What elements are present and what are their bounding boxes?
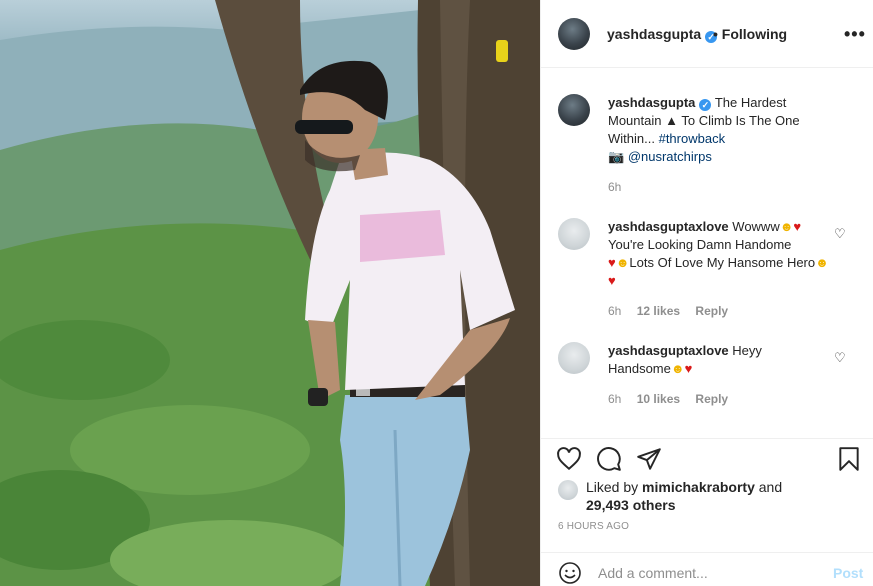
comment-text-2: You're Looking Damn Handome <box>608 237 792 252</box>
comment-text: Heyy <box>732 343 762 358</box>
hashtag-link[interactable]: #throwback <box>659 131 725 146</box>
comment-username[interactable]: yashdasguptaxlove <box>608 343 729 358</box>
mention-link[interactable]: @nusratchirps <box>628 149 712 164</box>
action-bar <box>541 438 873 478</box>
comment-input[interactable]: Add a comment... <box>598 565 708 581</box>
liker-username[interactable]: mimichakraborty <box>642 479 755 495</box>
comment-text-3: Lots Of Love My Hansome <box>629 255 784 270</box>
heart-emoji: ♥ <box>793 219 802 234</box>
comment-likes[interactable]: 12 likes <box>637 304 680 318</box>
heart-emoji: ♥ <box>684 361 693 376</box>
comment-text: Wowww <box>732 219 780 234</box>
smiley-icon[interactable] <box>558 561 582 585</box>
comment-time[interactable]: 6h <box>608 304 621 318</box>
verified-badge-icon: ✓ <box>699 99 712 111</box>
post-side-panel: yashdasgupta ✓ • Following ••• yashdasgup… <box>540 0 873 586</box>
likes-summary: Liked by mimichakraborty and 29,493 othe… <box>558 478 858 518</box>
camera-emoji: 📷 <box>608 149 625 164</box>
comment-item: yashdasguptaxlove Wowww☻♥ You're Looking… <box>558 218 858 328</box>
smiling-emoji: ☻ <box>670 361 685 376</box>
comment-body: yashdasguptaxlove Heyy Handsome☻♥ <box>608 342 830 378</box>
comment-bubble-icon[interactable] <box>596 446 622 472</box>
following-button[interactable]: • Following <box>713 26 787 42</box>
comment-text-2: Handsome <box>608 361 671 376</box>
likes-text: Liked by mimichakraborty and 29,493 othe… <box>586 478 846 514</box>
author-username-text[interactable]: yashdasgupta <box>607 26 701 42</box>
comment-body: yashdasguptaxlove Wowww☻♥ You're Looking… <box>608 218 830 290</box>
post-photo[interactable] <box>0 0 540 586</box>
post-header: yashdasgupta ✓ • Following ••• <box>541 0 873 68</box>
commenter-avatar[interactable] <box>558 342 590 374</box>
caption-username[interactable]: yashdasgupta <box>608 95 695 110</box>
comment-like-heart-icon[interactable]: ♡ <box>834 226 846 242</box>
bookmark-icon[interactable] <box>836 446 862 472</box>
caption-meta: 6h <box>608 180 633 194</box>
reply-button[interactable]: Reply <box>695 392 728 406</box>
comment-text-4: Hero <box>786 255 816 270</box>
likes-others[interactable]: 29,493 others <box>586 497 676 513</box>
heart-eyes-emoji: ☻ <box>815 255 829 270</box>
paper-plane-icon[interactable] <box>636 446 662 472</box>
add-comment-bar: Add a comment... Post <box>541 552 873 586</box>
heart-icon[interactable] <box>556 446 582 472</box>
comment-like-heart-icon[interactable]: ♡ <box>834 350 846 366</box>
reply-button[interactable]: Reply <box>695 304 728 318</box>
hearts-emoji: ♥ <box>608 273 616 288</box>
author-avatar[interactable] <box>558 18 590 50</box>
smiling-emoji: ☻ <box>615 255 630 270</box>
comment-item: yashdasguptaxlove Heyy Handsome☻♥ ♡ 6h 1… <box>558 342 858 422</box>
liker-avatar[interactable] <box>558 480 578 500</box>
comment-meta: 6h 12 likes Reply <box>608 304 740 318</box>
post-timestamp[interactable]: 6 HOURS AGO <box>558 521 629 532</box>
caption: yashdasgupta ✓ The Hardest Mountain ▲ To … <box>558 94 858 204</box>
comment-time[interactable]: 6h <box>608 392 621 406</box>
more-options-icon[interactable]: ••• <box>844 24 866 45</box>
heart-emoji: ♥ <box>608 255 616 270</box>
smiling-emoji: ☻ <box>779 219 794 234</box>
mountain-emoji-icon: ▲ <box>665 113 678 128</box>
liked-by-prefix: Liked by <box>586 479 639 495</box>
commenter-avatar[interactable] <box>558 218 590 250</box>
comment-likes[interactable]: 10 likes <box>637 392 680 406</box>
author-username[interactable]: yashdasgupta ✓ <box>607 26 718 43</box>
comment-meta: 6h 10 likes Reply <box>608 392 740 406</box>
comment-username[interactable]: yashdasguptaxlove <box>608 219 729 234</box>
likes-and: and <box>758 479 783 495</box>
caption-avatar[interactable] <box>558 94 590 126</box>
photo-illustration <box>0 0 540 586</box>
caption-body: yashdasgupta ✓ The Hardest Mountain ▲ To … <box>608 94 830 166</box>
caption-time[interactable]: 6h <box>608 180 621 194</box>
post-comment-button[interactable]: Post <box>833 565 863 581</box>
